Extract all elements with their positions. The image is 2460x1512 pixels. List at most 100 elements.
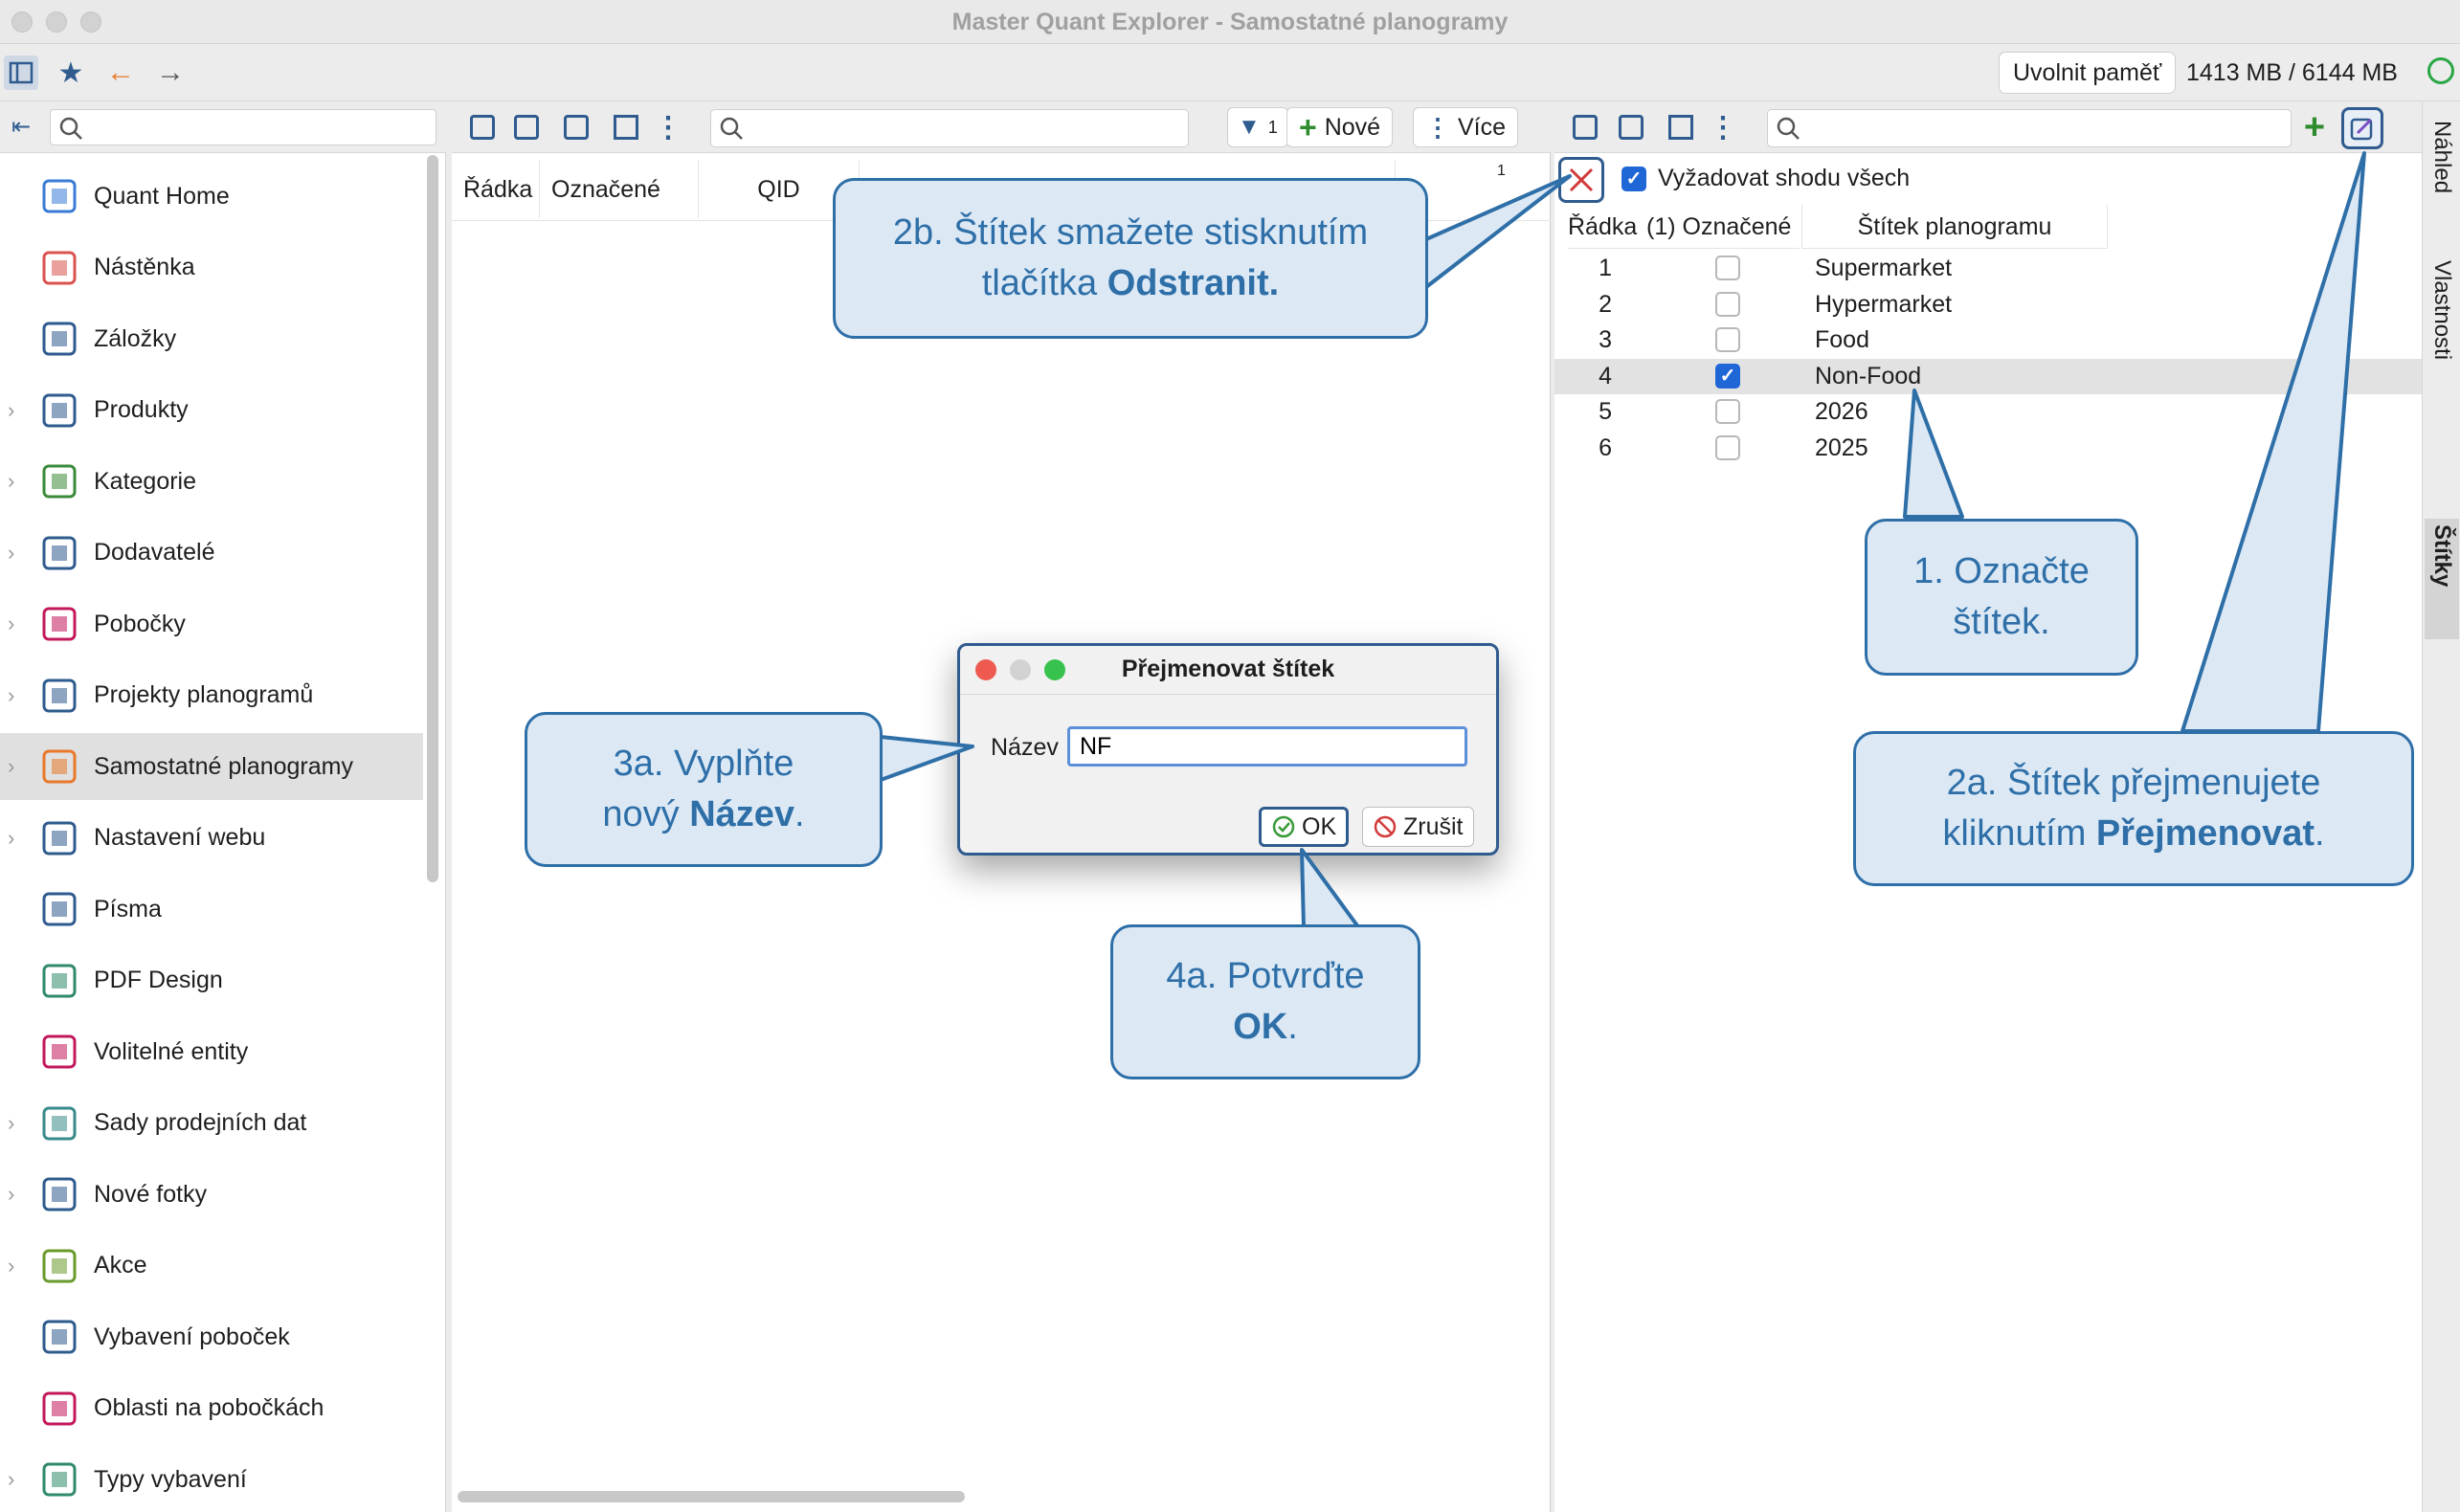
chevron-right-icon[interactable]: › (8, 754, 14, 779)
chevron-right-icon[interactable]: › (8, 1182, 14, 1207)
sidebar-item[interactable]: Nástěnka (0, 234, 423, 301)
sidebar-item[interactable]: PDF Design (0, 947, 423, 1014)
callout-fill-name: 3a. Vyplňte nový Název. (525, 712, 883, 867)
sidebar-item[interactable]: Oblasti na pobočkách (0, 1375, 423, 1442)
tag-row[interactable]: 4 ✓ Non-Food (1554, 358, 2422, 394)
tag-row-checkbox[interactable] (1715, 434, 1740, 460)
sidebar-scrollbar[interactable] (427, 155, 438, 882)
tab-preview-label: Náhled (2429, 121, 2455, 194)
tag-row[interactable]: 5 2026 (1554, 394, 2422, 430)
back-arrow-icon[interactable]: ← (103, 56, 138, 90)
filter-button[interactable]: ▼ 1 (1227, 107, 1288, 147)
sidebar-search-input[interactable] (50, 109, 436, 145)
sidebar-item[interactable]: › Typy vybavení (0, 1446, 423, 1512)
tag-row[interactable]: 6 2025 (1554, 431, 2422, 466)
sidebar-item[interactable]: Vybavení poboček (0, 1303, 423, 1370)
callout-3a-line2b: Název (689, 794, 795, 834)
duplicate-icon[interactable] (509, 110, 544, 145)
sidebar-item-label: Kategorie (94, 467, 197, 495)
sidebar-item[interactable]: › Produkty (0, 377, 423, 444)
sidebar-item[interactable]: › Pobočky (0, 590, 423, 657)
chevron-right-icon[interactable]: › (8, 1254, 14, 1279)
callout-2a-line2b: Přejmenovat (2095, 813, 2315, 854)
release-memory-button[interactable]: Uvolnit paměť (1999, 52, 2177, 94)
camera-icon (36, 1171, 82, 1217)
tag-row-checkbox[interactable] (1715, 291, 1740, 317)
tags-search-input[interactable] (1767, 109, 2292, 147)
sidebar-item[interactable]: Písma (0, 876, 423, 943)
sidebar-item[interactable]: › Sady prodejních dat (0, 1090, 423, 1157)
new-button[interactable]: + Nové (1286, 107, 1394, 147)
tag-row[interactable]: 1 Supermarket (1554, 251, 2422, 286)
tag-row-label: 2026 (1815, 398, 1868, 425)
column-header-tag[interactable]: Štítek planogramu (1801, 205, 2108, 249)
sidebar-item[interactable]: Záložky (0, 305, 423, 372)
tab-preview[interactable]: Náhled (2425, 115, 2459, 249)
check-all-icon[interactable] (1568, 110, 1602, 145)
chevron-right-icon[interactable]: › (8, 1467, 14, 1492)
chevron-right-icon[interactable]: › (8, 469, 14, 494)
callout-2a-line1: 2a. Štítek přejmenujete (1946, 762, 2321, 803)
chevron-right-icon[interactable]: › (8, 541, 14, 566)
tag-row-number: 1 (1599, 255, 1612, 281)
sidebar-item[interactable]: › Samostatné planogramy (0, 733, 423, 800)
sidebar-item-label: Písma (94, 895, 162, 923)
duplicate-icon[interactable] (1614, 110, 1648, 145)
horizontal-scrollbar[interactable] (458, 1491, 965, 1502)
star-icon[interactable]: ★ (54, 56, 88, 90)
memory-usage: 1413 MB / 6144 MB (2186, 59, 2398, 86)
ok-check-icon (1272, 815, 1295, 838)
store-equipment-icon (36, 1314, 82, 1360)
tag-row-checkbox[interactable] (1715, 327, 1740, 352)
sidebar-search-row: ⇤ (0, 101, 446, 153)
sidebar-item[interactable]: › Nové fotky (0, 1161, 423, 1228)
tab-tags[interactable]: Štítky (2425, 519, 2459, 639)
tag-row-checkbox[interactable]: ✓ (1715, 363, 1740, 389)
sidebar-item[interactable]: Volitelné entity (0, 1018, 423, 1085)
add-tag-icon[interactable]: + (2297, 107, 2332, 147)
table-columns-icon[interactable] (609, 110, 643, 145)
forward-arrow-icon[interactable]: → (153, 56, 188, 90)
chevron-right-icon[interactable]: › (8, 826, 14, 851)
collapse-sidebar-icon[interactable]: ⇤ (4, 109, 38, 144)
tag-row-checkbox[interactable] (1715, 399, 1740, 424)
check-all-icon[interactable] (465, 110, 500, 145)
more-vertical-icon[interactable]: ⋮ (1706, 110, 1740, 145)
help-icon[interactable] (559, 110, 593, 145)
dashboard-icon (36, 245, 82, 291)
sidebar-item[interactable]: › Nastavení webu (0, 805, 423, 872)
tag-row[interactable]: 3 Food (1554, 322, 2422, 358)
sidebar-item[interactable]: › Dodavatelé (0, 520, 423, 587)
tag-row[interactable]: 2 Hypermarket (1554, 287, 2422, 322)
sidebar-item[interactable]: › Akce (0, 1233, 423, 1300)
callout-4a-line2b: . (1287, 1007, 1298, 1047)
delete-tag-button[interactable] (1558, 157, 1604, 203)
column-header-row[interactable]: Řádka (1568, 205, 1654, 249)
cancel-button[interactable]: Zrušit (1362, 807, 1474, 847)
more-button[interactable]: ⋮ Více (1413, 107, 1519, 147)
rename-tag-button[interactable] (2341, 107, 2383, 149)
sidebar-item[interactable]: › Kategorie (0, 448, 423, 515)
chevron-right-icon[interactable]: › (8, 683, 14, 708)
list-search-input[interactable] (710, 109, 1189, 147)
column-header-marked[interactable]: Označené (540, 161, 699, 218)
more-vertical-icon[interactable]: ⋮ (651, 110, 685, 145)
chevron-right-icon[interactable]: › (8, 1111, 14, 1136)
callout-confirm-ok: 4a. Potvrďte OK. (1110, 924, 1420, 1079)
callout-2b-line1: 2b. Štítek smažete stisknutím (892, 211, 1369, 253)
sidebar-item[interactable]: Quant Home (0, 163, 423, 230)
ok-button[interactable]: OK (1259, 807, 1350, 847)
optional-entities-icon (36, 1029, 82, 1075)
chevron-right-icon[interactable]: › (8, 611, 14, 636)
equipment-types-icon (36, 1456, 82, 1502)
column-header-row[interactable]: Řádka (452, 161, 540, 218)
table-columns-icon[interactable] (1664, 110, 1698, 145)
name-input[interactable] (1067, 726, 1467, 767)
sidebar-toggle-icon[interactable] (4, 56, 38, 90)
tab-properties[interactable]: Vlastnosti (2425, 255, 2459, 513)
chevron-right-icon[interactable]: › (8, 398, 14, 423)
sidebar-item[interactable]: › Projekty planogramů (0, 662, 423, 729)
require-all-checkbox[interactable]: ✓ (1621, 167, 1646, 191)
tag-row-checkbox[interactable] (1715, 256, 1740, 280)
column-header-marked[interactable]: (1) Označené (1646, 205, 1800, 249)
